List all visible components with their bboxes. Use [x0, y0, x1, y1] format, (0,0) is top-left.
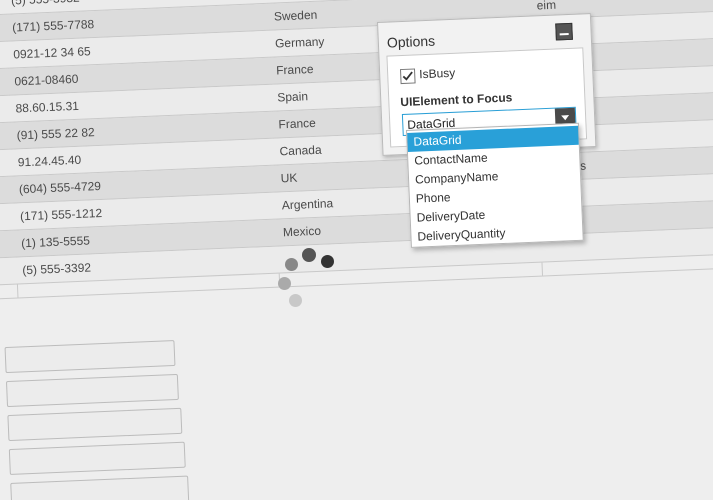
focus-element-dropdown-list[interactable]: DataGrid ContactName CompanyName Phone Deliv…	[406, 122, 584, 248]
busy-dot	[285, 258, 298, 271]
data-grid[interactable]: (5) 555-3932UKLuleå(171) 555-7788Swedene…	[0, 0, 713, 298]
form-field[interactable]	[10, 475, 190, 500]
options-window-title: Options	[386, 32, 436, 51]
busy-dot	[289, 294, 302, 307]
app-stage: (5) 555-3932UKLuleå(171) 555-7788Swedene…	[0, 0, 713, 500]
form-field[interactable]	[7, 407, 183, 442]
checkmark-icon	[402, 71, 413, 81]
busy-dot	[302, 248, 316, 262]
caret-down-icon	[561, 115, 570, 121]
isbusy-label: IsBusy	[418, 65, 456, 82]
form-field[interactable]	[5, 373, 179, 408]
form-field[interactable]	[4, 339, 176, 374]
perspective-layer: (5) 555-3932UKLuleå(171) 555-7788Swedene…	[0, 0, 713, 500]
focus-element-label: UIElement to Focus	[400, 90, 513, 110]
isbusy-checkbox[interactable]	[399, 68, 416, 85]
busy-dot	[278, 277, 291, 290]
busy-dot	[321, 255, 334, 268]
form-field[interactable]	[8, 441, 186, 476]
minimize-icon[interactable]	[555, 22, 573, 41]
